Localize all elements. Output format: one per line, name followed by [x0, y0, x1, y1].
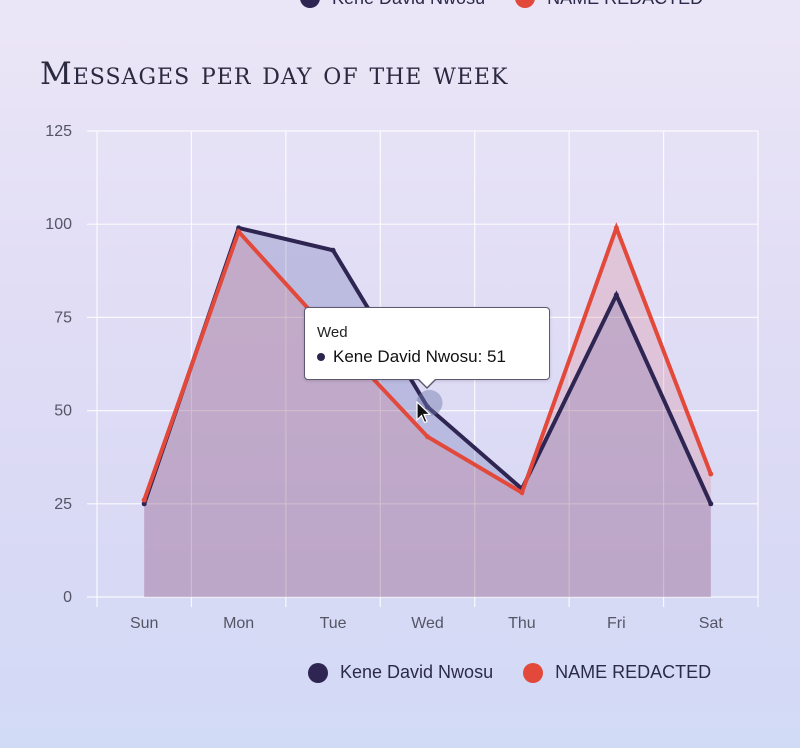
legend-label-kene: Kene David Nwosu — [340, 662, 494, 682]
legend-item-series-1[interactable]: Kene David Nwosu — [300, 0, 485, 9]
y-tick-label: 75 — [54, 309, 72, 326]
tooltip-row: Kene David Nwosu: 51 — [317, 347, 537, 367]
legend-marker-kene — [308, 662, 328, 683]
legend-label-series-2: NAME REDACTED — [547, 0, 703, 9]
legend-label-redacted: NAME REDACTED — [555, 662, 712, 682]
mouse-pointer-icon — [416, 401, 432, 424]
data-point-series-2 — [236, 229, 242, 235]
legend-label-series-1: Kene David Nwosu — [332, 0, 485, 9]
x-tick-label: Wed — [411, 615, 444, 632]
data-point-series-2 — [141, 497, 147, 503]
y-tick-label: 25 — [54, 496, 72, 513]
y-tick-label: 0 — [63, 589, 72, 606]
x-tick-label: Sat — [699, 615, 724, 632]
chart-title: Messages per day of the week — [40, 56, 509, 92]
x-tick-label: Sun — [130, 615, 158, 632]
legend-bottom: Kene David Nwosu NAME REDACTED — [308, 662, 711, 683]
x-tick-label: Mon — [223, 615, 254, 632]
data-point-series-1 — [708, 501, 714, 507]
y-tick-label: 125 — [45, 123, 72, 140]
data-point-series-1 — [613, 292, 619, 298]
x-tick-label: Fri — [607, 615, 626, 632]
y-tick-label: 100 — [45, 216, 72, 233]
data-point-series-1 — [330, 247, 336, 253]
data-point-series-2 — [613, 225, 619, 231]
legend-item-redacted[interactable]: NAME REDACTED — [523, 662, 711, 683]
legend-top: Kene David Nwosu NAME REDACTED — [300, 0, 703, 10]
y-tick-label: 50 — [54, 403, 72, 420]
tooltip-title: Wed — [317, 324, 348, 341]
x-tick-label: Thu — [508, 615, 536, 632]
tooltip-label: Kene David Nwosu: 51 — [333, 347, 506, 366]
legend-marker-series-2 — [515, 0, 536, 8]
chart-tooltip: Wed Kene David Nwosu: 51 — [304, 307, 550, 389]
x-tick-label: Tue — [320, 615, 347, 632]
data-point-series-2 — [425, 434, 430, 440]
legend-item-kene[interactable]: Kene David Nwosu — [308, 662, 493, 683]
tooltip-series-dot — [317, 353, 325, 361]
legend-marker-series-1 — [300, 0, 320, 8]
legend-marker-redacted — [523, 662, 544, 683]
data-point-series-2 — [519, 490, 525, 496]
data-point-series-2 — [708, 471, 714, 477]
legend-item-series-2[interactable]: NAME REDACTED — [515, 0, 703, 9]
